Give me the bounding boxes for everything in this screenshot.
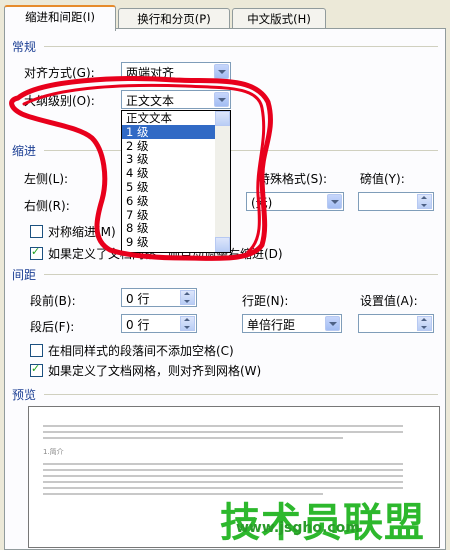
alignment-select[interactable]: 两端对齐 xyxy=(121,62,231,81)
mirror-indents-label: 对称缩进(M) xyxy=(48,225,116,239)
spacing-heading: 间距 xyxy=(12,268,37,282)
space-before-value: 0 行 xyxy=(126,292,150,306)
scroll-up-icon[interactable] xyxy=(215,111,230,126)
general-heading: 常规 xyxy=(12,40,37,54)
indent-left-label: 左侧(L): xyxy=(24,172,69,186)
alignment-label: 对齐方式(G): xyxy=(24,66,95,80)
outline-level-value: 正文文本 xyxy=(126,94,175,108)
space-after-spinner[interactable]: 0 行 xyxy=(121,314,197,333)
by-label: 磅值(Y): xyxy=(360,172,405,186)
line-spacing-value: 单倍行距 xyxy=(247,318,296,332)
at-label: 设置值(A): xyxy=(360,294,418,308)
space-before-label: 段前(B): xyxy=(30,294,76,308)
special-format-value: (无) xyxy=(251,196,273,210)
outline-level-option[interactable]: 5 级 xyxy=(122,180,230,194)
dropdown-scrollbar[interactable] xyxy=(215,111,230,252)
outline-level-option[interactable]: 3 级 xyxy=(122,152,230,166)
spinner-arrows-icon[interactable] xyxy=(180,316,195,331)
preview-sample-heading: 1.简介 xyxy=(43,448,64,456)
outline-level-select[interactable]: 正文文本 xyxy=(121,90,231,109)
no-space-same-style-checkbox[interactable] xyxy=(30,344,43,357)
alignment-value: 两端对齐 xyxy=(126,66,175,80)
scroll-down-icon[interactable] xyxy=(215,237,230,252)
outline-level-option[interactable]: 4 级 xyxy=(122,166,230,180)
spinner-arrows-icon[interactable] xyxy=(417,194,432,209)
divider xyxy=(44,394,438,395)
spinner-arrows-icon[interactable] xyxy=(180,290,195,305)
tab-line-page-breaks[interactable]: 换行和分页(P) xyxy=(118,8,230,29)
auto-adjust-right-indent-checkbox[interactable] xyxy=(30,245,43,260)
no-space-same-style-label: 在相同样式的段落间不添加空格(C) xyxy=(48,344,234,358)
outline-level-option[interactable]: 8 级 xyxy=(122,221,230,235)
by-spinner[interactable] xyxy=(358,192,434,211)
snap-to-grid-label: 如果定义了文档网格，则对齐到网格(W) xyxy=(48,364,262,378)
special-format-select[interactable]: (无) xyxy=(246,192,344,211)
divider xyxy=(44,46,438,47)
line-spacing-select[interactable]: 单倍行距 xyxy=(242,314,342,333)
line-spacing-label: 行距(N): xyxy=(242,294,289,308)
preview-heading: 预览 xyxy=(12,388,37,402)
outline-level-option[interactable]: 1 级 xyxy=(122,124,230,139)
mirror-indents-checkbox[interactable] xyxy=(30,225,43,238)
watermark-url: www.jsgho.com xyxy=(236,520,360,536)
chevron-down-icon[interactable] xyxy=(214,92,229,107)
outline-level-label: 大纲级别(O): xyxy=(24,94,95,108)
tab-asian-typography[interactable]: 中文版式(H) xyxy=(232,8,326,29)
chevron-down-icon[interactable] xyxy=(214,64,229,79)
snap-to-grid-checkbox[interactable] xyxy=(30,362,43,377)
divider xyxy=(44,150,438,151)
space-after-label: 段后(F): xyxy=(30,320,75,334)
spinner-arrows-icon[interactable] xyxy=(417,316,432,331)
watermark-logo: 技术员联盟 xyxy=(220,500,425,546)
indent-heading: 缩进 xyxy=(12,144,37,158)
outline-level-option[interactable]: 9 级 xyxy=(122,235,230,249)
special-format-label: 特殊格式(S): xyxy=(258,172,328,186)
chevron-down-icon[interactable] xyxy=(327,194,342,209)
outline-level-option[interactable]: 6 级 xyxy=(122,194,230,208)
at-spinner[interactable] xyxy=(358,314,434,333)
divider xyxy=(44,274,438,275)
space-before-spinner[interactable]: 0 行 xyxy=(121,288,197,307)
space-after-value: 0 行 xyxy=(126,318,150,332)
outline-level-option[interactable]: 7 级 xyxy=(122,208,230,222)
outline-level-option[interactable]: 正文文本 xyxy=(122,111,230,125)
chevron-down-icon[interactable] xyxy=(325,316,340,331)
outline-level-dropdown[interactable]: 正文文本 1 级2 级3 级4 级5 级6 级7 级8 级9 级 xyxy=(121,110,231,253)
outline-level-option[interactable]: 2 级 xyxy=(122,139,230,153)
tab-indent-spacing[interactable]: 缩进和间距(I) xyxy=(4,5,116,31)
indent-right-label: 右侧(R): xyxy=(24,199,70,213)
